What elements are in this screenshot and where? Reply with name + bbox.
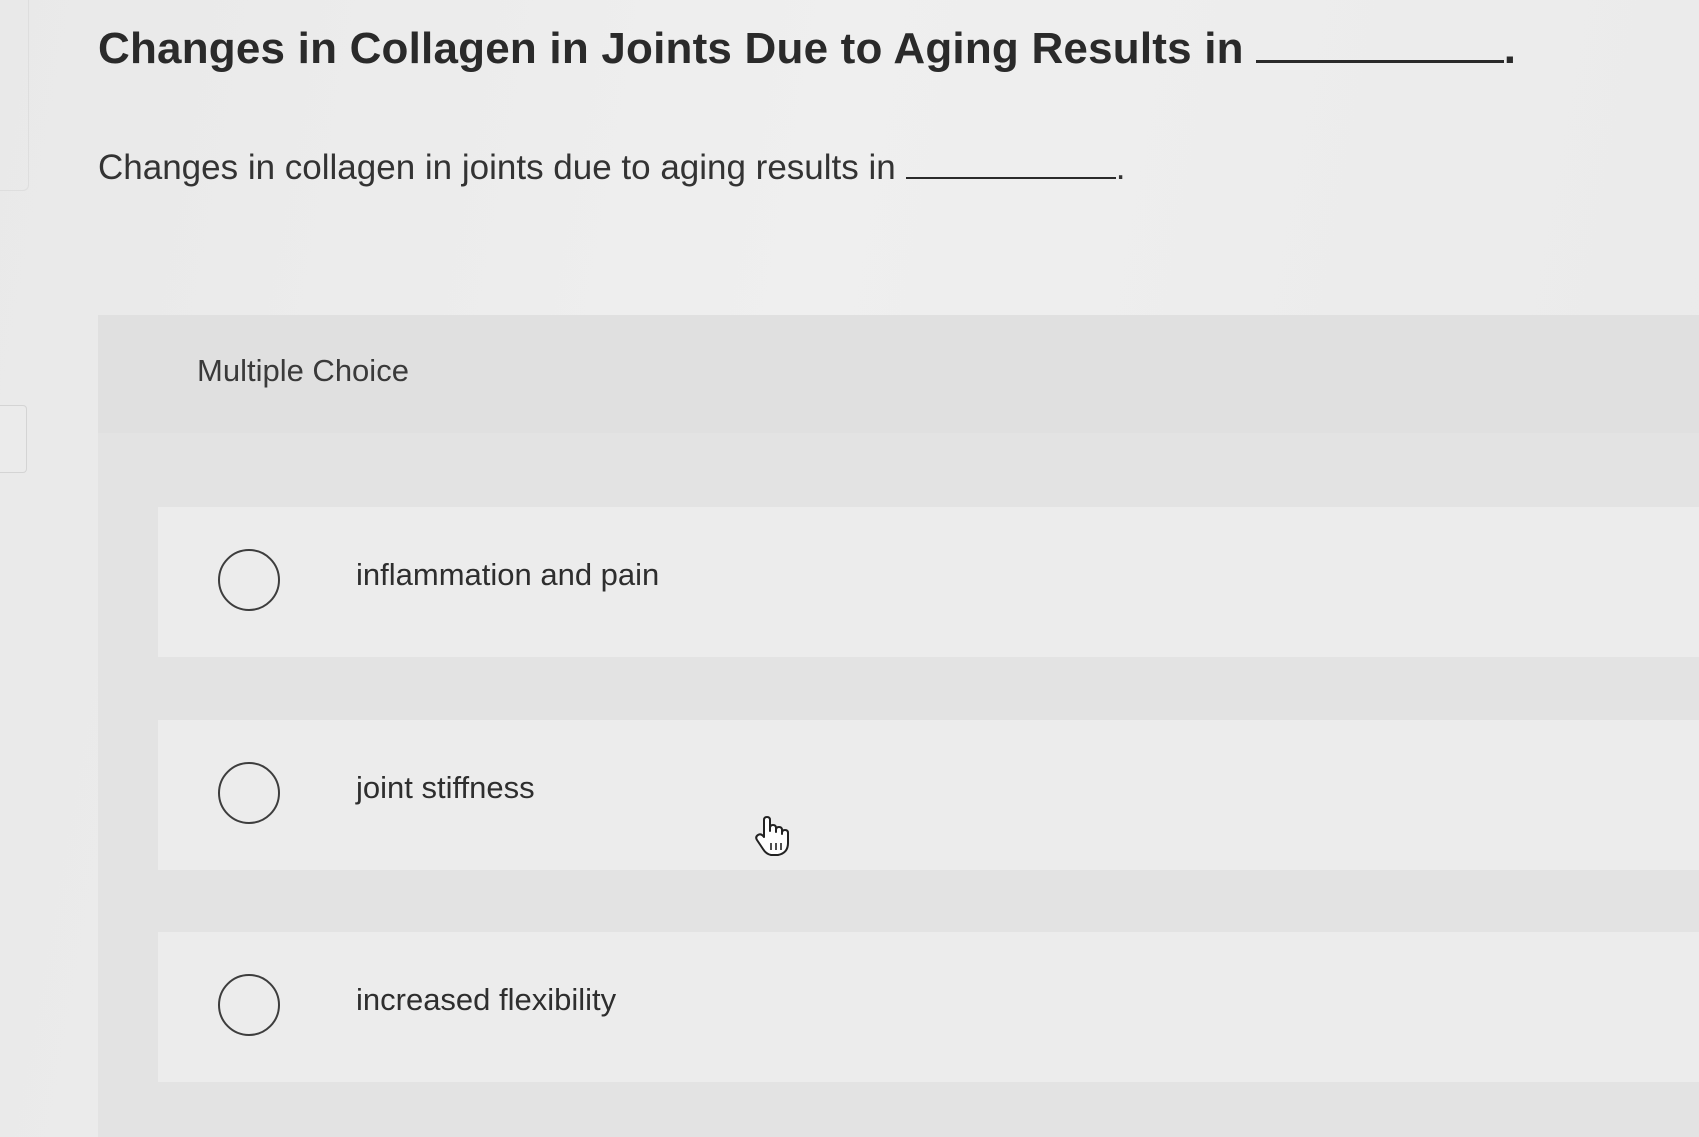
option-label: joint stiffness [356,770,535,805]
radio-button[interactable] [218,974,280,1036]
side-tab[interactable] [0,405,27,473]
quiz-page: Changes in Collagen in Joints Due to Agi… [0,0,1699,1137]
option-label: increased flexibility [356,982,617,1017]
left-panel-edge [0,0,29,191]
radio-button[interactable] [218,549,280,611]
option-joint-stiffness[interactable]: joint stiffness [158,720,1699,870]
question-text: Changes in collagen in joints due to agi… [98,148,1125,188]
text-blank [905,149,1116,179]
radio-button[interactable] [218,762,280,824]
option-inflammation-and-pain[interactable]: inflammation and pain [158,507,1699,657]
multiple-choice-label: Multiple Choice [197,353,409,388]
option-increased-flexibility[interactable]: increased flexibility [158,932,1699,1082]
title-blank [1255,24,1504,63]
question-title-text: Changes in Collagen in Joints Due to Agi… [98,24,1244,73]
choice-header: Multiple Choice [98,315,1699,433]
question-title: Changes in Collagen in Joints Due to Agi… [98,24,1516,74]
multiple-choice-panel: Multiple Choice inflammation and pain jo… [98,315,1699,1137]
question-body-text: Changes in collagen in joints due to agi… [98,148,896,187]
title-period: . [1503,24,1517,73]
hand-pointer-icon [755,816,789,856]
option-label: inflammation and pain [356,557,660,592]
text-period: . [1115,148,1126,187]
